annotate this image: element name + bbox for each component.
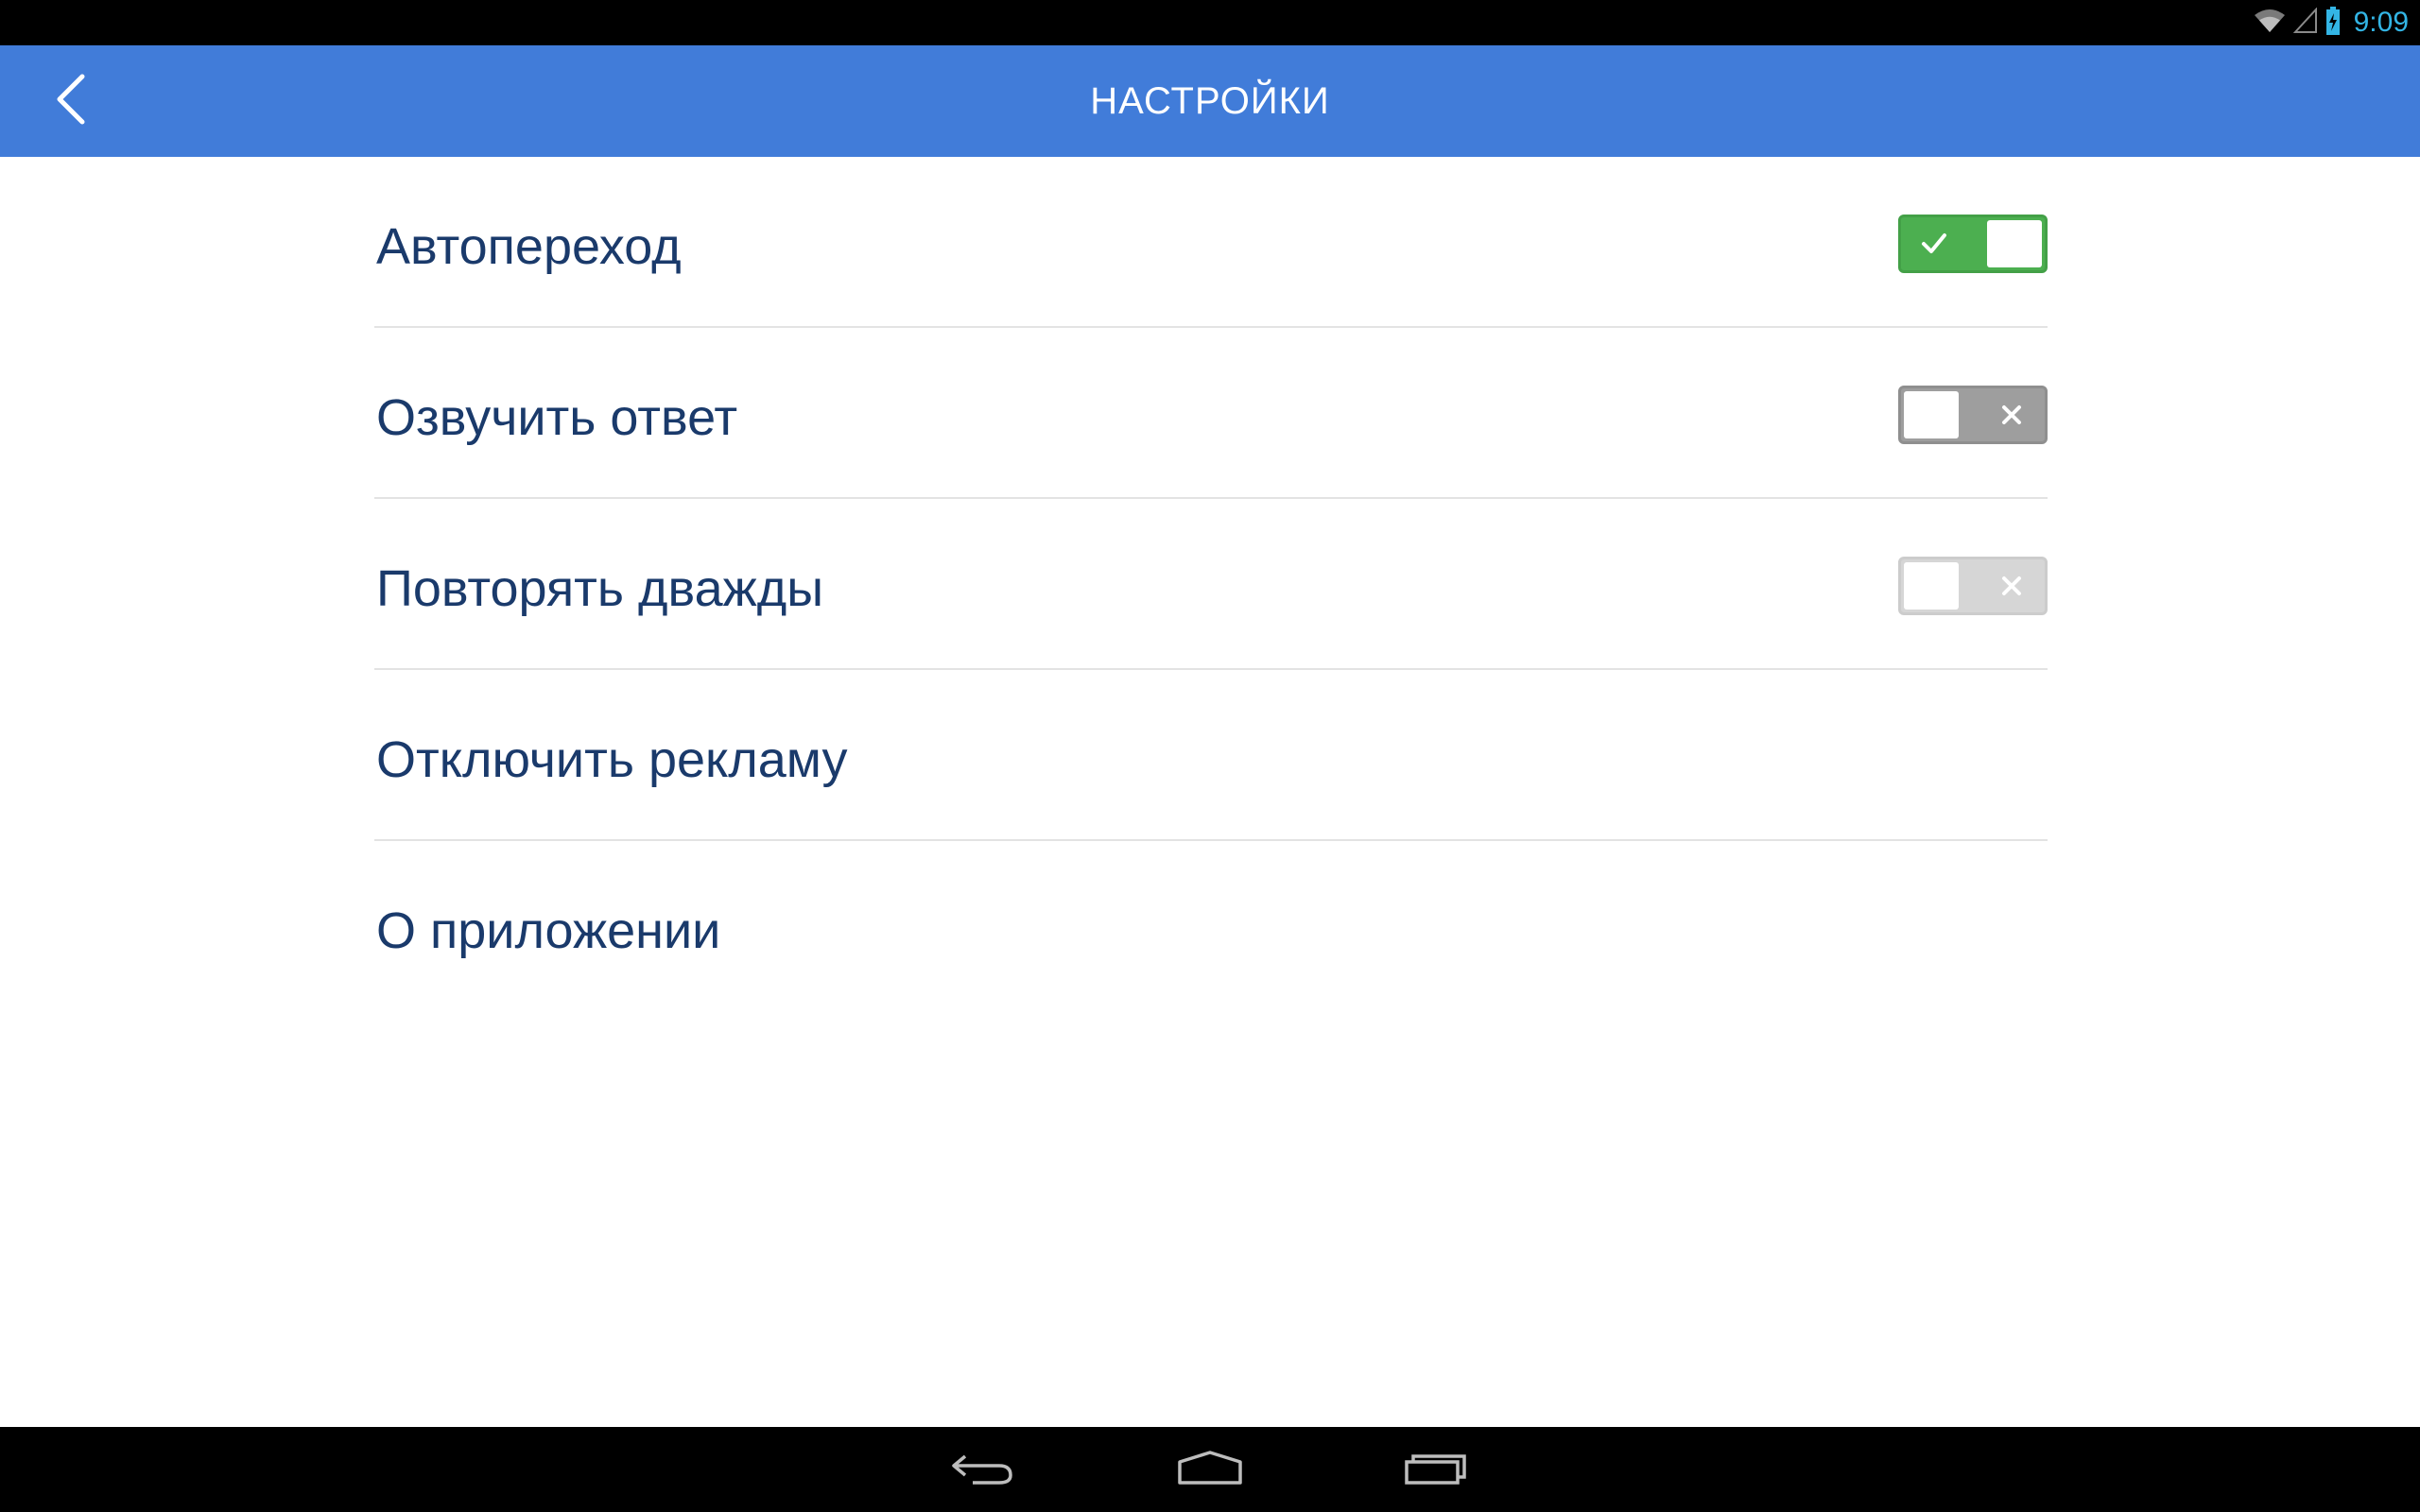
recents-nav-icon [1404,1449,1470,1490]
setting-row-autoadvance[interactable]: Автопереход [374,157,2048,328]
cross-icon [1979,559,2045,612]
setting-row-about[interactable]: О приложении [374,841,2048,1012]
battery-charging-icon [2325,7,2341,39]
back-button[interactable] [38,68,104,134]
setting-label: Автопереход [376,218,682,275]
wifi-icon [2254,8,2286,38]
chevron-left-icon [54,74,88,129]
setting-label: О приложении [376,902,721,959]
autoadvance-toggle[interactable] [1898,215,2048,273]
voice-answer-toggle[interactable] [1898,386,2048,444]
home-nav-button[interactable] [1167,1441,1253,1498]
toggle-knob [1904,391,1959,438]
status-bar: 9:09 [0,0,2420,45]
setting-row-repeat-twice[interactable]: Повторять дважды [374,499,2048,670]
repeat-twice-toggle[interactable] [1898,557,2048,615]
recents-nav-button[interactable] [1394,1441,1479,1498]
settings-list: Автопереход Озвучить ответ Повторять два… [374,157,2048,1012]
setting-label: Озвучить ответ [376,389,738,446]
setting-row-voice-answer[interactable]: Озвучить ответ [374,328,2048,499]
cross-icon [1979,388,2045,441]
status-icons: 9:09 [2254,0,2409,45]
toggle-knob [1987,220,2042,267]
check-icon [1901,217,1967,270]
status-time: 9:09 [2353,7,2409,38]
toggle-knob [1904,562,1959,610]
back-nav-button[interactable] [941,1441,1026,1498]
app-bar: НАСТРОЙКИ [0,45,2420,157]
nav-bar [0,1427,2420,1512]
back-nav-icon [950,1449,1016,1490]
signal-icon [2292,7,2318,38]
home-nav-icon [1177,1449,1243,1490]
setting-label: Повторять дважды [376,560,824,617]
setting-label: Отключить рекламу [376,731,848,788]
setting-row-disable-ads[interactable]: Отключить рекламу [374,670,2048,841]
page-title: НАСТРОЙКИ [1090,80,1330,122]
